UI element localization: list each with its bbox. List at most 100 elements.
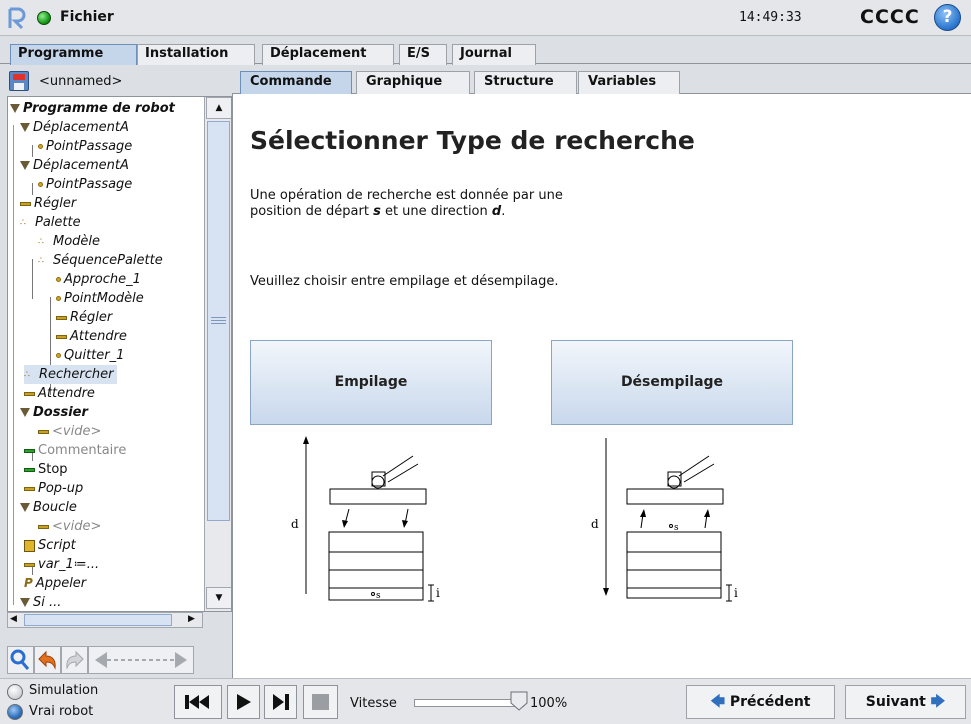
scroll-left-icon[interactable]: ◀ [10,614,17,624]
tree-item[interactable]: Attendre [24,384,95,403]
tree-item[interactable]: <vide> [38,517,101,536]
tab-programme[interactable]: Programme [10,44,137,65]
tree-item[interactable]: Boucle [20,498,77,517]
popup-icon [24,486,35,491]
command-panel: Sélectionner Type de recherche Une opéra… [232,94,971,678]
folder-icon [20,408,30,417]
tree-item[interactable]: PointPassage [38,175,132,194]
tree-item[interactable]: ∴ Palette [20,213,81,232]
program-tree-panel: <unnamed> Programme de robot Déplacement… [7,68,232,678]
stop-node-icon [24,467,35,472]
tree-item-selected[interactable]: ∴ Rechercher [24,365,117,384]
simulation-label: Simulation [29,683,99,698]
tab-deplacement[interactable]: Déplacement [262,44,394,65]
tab-structure[interactable]: Structure [474,71,577,95]
tree-item[interactable]: Quitter_1 [56,346,124,365]
real-robot-radio[interactable] [7,704,23,720]
scroll-up-icon[interactable]: ▲ [206,97,231,119]
increment-label: i [734,586,738,600]
main-tab-bar: Programme Installation Déplacement E/S J… [0,40,971,65]
tree-item[interactable]: Dossier [20,403,88,422]
pallet-icon: ∴ [38,236,44,247]
waypoint-icon [38,182,43,187]
tree-item[interactable]: P Appeler [24,574,86,593]
waypoint-icon [38,144,43,149]
tab-graphique[interactable]: Graphique [356,71,470,95]
tree-item-root[interactable]: Programme de robot [10,99,175,118]
wait-icon [24,391,35,396]
tree-item[interactable]: PointModèle [56,289,144,308]
folder-open-icon [10,104,20,113]
tree-item[interactable]: Script [24,536,76,555]
scrollbar-thumb[interactable] [207,121,230,521]
destacking-button[interactable]: Désempilage [551,340,793,425]
tab-journal[interactable]: Journal [452,44,536,65]
loop-icon [20,503,30,512]
tree-item[interactable]: Stop [24,460,68,479]
tree-item[interactable]: Attendre [56,327,127,346]
save-icon[interactable] [9,71,29,91]
step-forward-icon[interactable] [264,685,297,719]
program-tree: Programme de robot DéplacementA PointPas… [7,96,232,612]
stacking-diagram: d s i [291,436,440,602]
previous-button[interactable]: 🡄 Précédent [686,685,835,719]
simulation-radio[interactable] [7,684,23,700]
tree-item[interactable]: Régler [20,194,76,213]
wait-icon [56,334,67,339]
pallet-icon: ∴ [38,255,44,266]
set-icon [56,315,67,320]
tab-installation[interactable]: Installation [137,44,255,65]
stacking-button[interactable]: Empilage [250,340,492,425]
next-button[interactable]: Suivant 🡆 [845,685,966,719]
waypoint-icon [56,353,61,358]
program-name: <unnamed> [39,74,123,89]
tab-es[interactable]: E/S [399,44,447,65]
tab-variables[interactable]: Variables [578,71,680,95]
tree-horizontal-scrollbar[interactable]: ◀ ▶ [7,612,203,628]
speed-slider[interactable] [414,699,524,707]
speed-slider-knob[interactable] [509,691,529,711]
tree-item[interactable]: Approche_1 [56,270,141,289]
move-node-icon [20,123,30,132]
scroll-down-icon[interactable]: ▼ [206,587,231,609]
empty-icon [38,524,49,529]
tree-item[interactable]: var_1≔... [24,555,99,574]
move-arrows-icon[interactable] [88,646,194,674]
description-line: Une opération de recherche est donnée pa… [250,188,563,203]
tree-item[interactable]: ∴ Modèle [38,232,100,251]
search-icon[interactable] [7,646,34,674]
set-icon [20,201,31,206]
help-icon[interactable]: ? [934,4,961,31]
tree-vertical-scrollbar[interactable]: ▲ ▼ [204,97,231,611]
user-name[interactable]: CCCC [860,6,920,28]
call-icon: P [24,576,33,590]
program-header: <unnamed> [7,68,232,96]
arrow-left-icon: 🡄 [710,694,725,710]
tree-item[interactable]: Régler [56,308,112,327]
play-icon[interactable] [227,685,260,719]
tree-item[interactable]: <vide> [38,422,101,441]
tree-item[interactable]: ∴ SéquencePalette [38,251,163,270]
empty-icon [38,429,49,434]
tree-item[interactable]: DéplacementA [20,156,129,175]
redo-icon[interactable] [61,646,88,674]
scrollbar-thumb[interactable] [24,614,172,626]
instruction-text: Veuillez choisir entre empilage et désem… [250,274,559,289]
status-dot-icon [37,11,51,25]
tree-item[interactable]: Si ... [20,593,61,611]
tree-item[interactable]: Pop-up [24,479,83,498]
file-menu[interactable]: Fichier [60,9,114,25]
tree-item[interactable]: PointPassage [38,137,132,156]
title-bar: Fichier 14:49:33 CCCC ? [0,0,971,36]
tree-item[interactable]: Commentaire [24,441,126,460]
scroll-right-icon[interactable]: ▶ [188,614,195,624]
stop-icon[interactable] [303,685,338,719]
bottom-bar: Simulation Vrai robot Vitesse 100% 🡄 Pré… [0,678,971,724]
tab-commande[interactable]: Commande [240,71,352,95]
assignment-icon [24,562,35,567]
undo-icon[interactable] [34,646,61,674]
waypoint-icon [56,277,61,282]
description-text: Une opération de recherche est donnée pa… [250,188,563,220]
tree-item[interactable]: DéplacementA [20,118,129,137]
skip-back-icon[interactable] [174,685,222,719]
